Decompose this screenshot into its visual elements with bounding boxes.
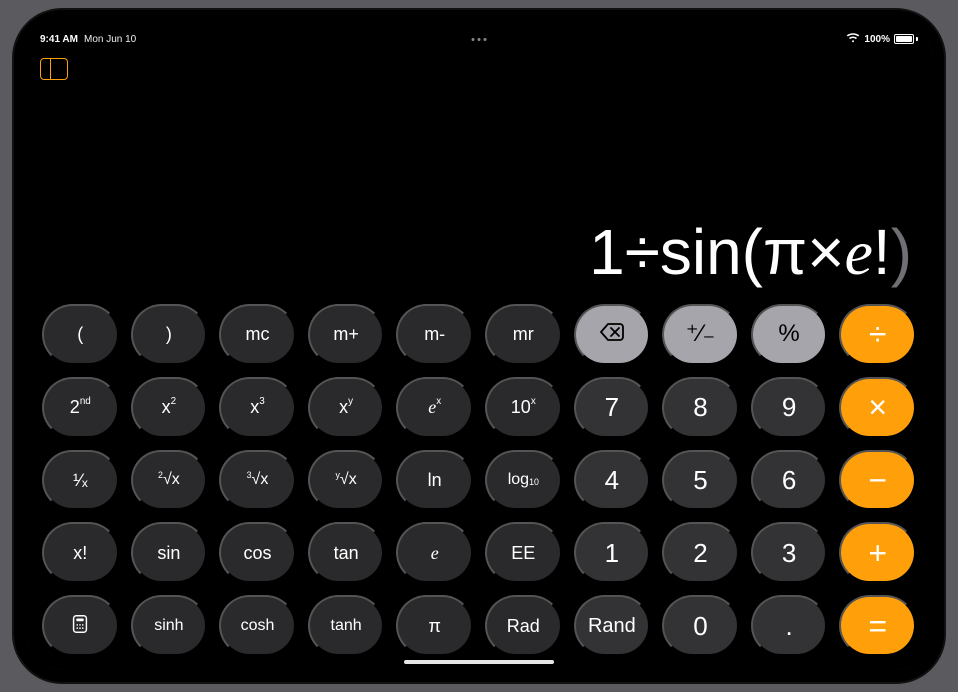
digit-3-button[interactable]: 3	[751, 522, 828, 583]
status-left: 9:41 AM Mon Jun 10	[40, 34, 136, 45]
reciprocal-button[interactable]: ¹∕ₓ	[42, 450, 119, 511]
tanh-button[interactable]: tanh	[308, 595, 385, 656]
log-base-10-button[interactable]: log10	[485, 450, 562, 511]
ten-power-x-button[interactable]: 10x	[485, 377, 562, 438]
backspace-button[interactable]	[574, 304, 651, 365]
euler-e-button[interactable]: e	[396, 522, 473, 583]
rand-button[interactable]: Rand	[574, 595, 651, 656]
x-power-y-button[interactable]: xy	[308, 377, 385, 438]
cube-root-button[interactable]: 3√x	[219, 450, 296, 511]
pi-button[interactable]: π	[396, 595, 473, 656]
calculator-mode-toggle-icon[interactable]	[40, 58, 68, 80]
digit-4-button[interactable]: 4	[574, 450, 651, 511]
cosh-button[interactable]: cosh	[219, 595, 296, 656]
ee-exponent-button[interactable]: EE	[485, 522, 562, 583]
y-root-button[interactable]: y√x	[308, 450, 385, 511]
status-date: Mon Jun 10	[84, 34, 136, 45]
status-time: 9:41 AM	[40, 34, 78, 45]
digit-0-button[interactable]: 0	[662, 595, 739, 656]
minus-button[interactable]: −	[839, 450, 916, 511]
x-cubed-button[interactable]: x3	[219, 377, 296, 438]
battery-icon	[894, 34, 918, 44]
battery-percent: 100%	[864, 34, 890, 45]
calculator-app-screen: 9:41 AM Mon Jun 10 100%	[26, 22, 932, 670]
square-root-button[interactable]: 2√x	[131, 450, 208, 511]
second-function-button[interactable]: 2nd	[42, 377, 119, 438]
memory-add-button[interactable]: m+	[308, 304, 385, 365]
sinh-button[interactable]: sinh	[131, 595, 208, 656]
plus-minus-button[interactable]: ⁺∕₋	[662, 304, 739, 365]
digit-5-button[interactable]: 5	[662, 450, 739, 511]
multitasking-dots-icon[interactable]	[472, 38, 487, 41]
natural-log-button[interactable]: ln	[396, 450, 473, 511]
digit-6-button[interactable]: 6	[751, 450, 828, 511]
status-right: 100%	[846, 33, 918, 46]
factorial-button[interactable]: x!	[42, 522, 119, 583]
digit-2-button[interactable]: 2	[662, 522, 739, 583]
cos-button[interactable]: cos	[219, 522, 296, 583]
backspace-icon	[599, 322, 625, 347]
ipad-device-frame: 9:41 AM Mon Jun 10 100%	[14, 10, 944, 682]
digit-7-button[interactable]: 7	[574, 377, 651, 438]
multiply-button[interactable]: ×	[839, 377, 916, 438]
equals-button[interactable]: =	[839, 595, 916, 656]
calculator-display[interactable]: 1÷sin(π×e!)	[40, 80, 918, 300]
decimal-point-button[interactable]: .	[751, 595, 828, 656]
radians-button[interactable]: Rad	[485, 595, 562, 656]
right-paren-button[interactable]: )	[131, 304, 208, 365]
keypad: ( ) mc m+ m- mr ⁺∕₋ % ÷ 2nd x2 x3 xy ex …	[40, 300, 918, 660]
status-bar: 9:41 AM Mon Jun 10 100%	[40, 30, 918, 48]
divide-button[interactable]: ÷	[839, 304, 916, 365]
percent-button[interactable]: %	[751, 304, 828, 365]
digit-9-button[interactable]: 9	[751, 377, 828, 438]
wifi-icon	[846, 33, 860, 46]
calculator-modes-button[interactable]	[42, 595, 119, 656]
digit-8-button[interactable]: 8	[662, 377, 739, 438]
memory-subtract-button[interactable]: m-	[396, 304, 473, 365]
memory-recall-button[interactable]: mr	[485, 304, 562, 365]
left-paren-button[interactable]: (	[42, 304, 119, 365]
e-power-x-button[interactable]: ex	[396, 377, 473, 438]
x-squared-button[interactable]: x2	[131, 377, 208, 438]
tan-button[interactable]: tan	[308, 522, 385, 583]
sin-button[interactable]: sin	[131, 522, 208, 583]
calculator-icon	[69, 613, 91, 638]
plus-button[interactable]: +	[839, 522, 916, 583]
memory-clear-button[interactable]: mc	[219, 304, 296, 365]
digit-1-button[interactable]: 1	[574, 522, 651, 583]
expression: 1÷sin(π×e!)	[589, 215, 912, 290]
home-indicator[interactable]	[404, 660, 554, 664]
